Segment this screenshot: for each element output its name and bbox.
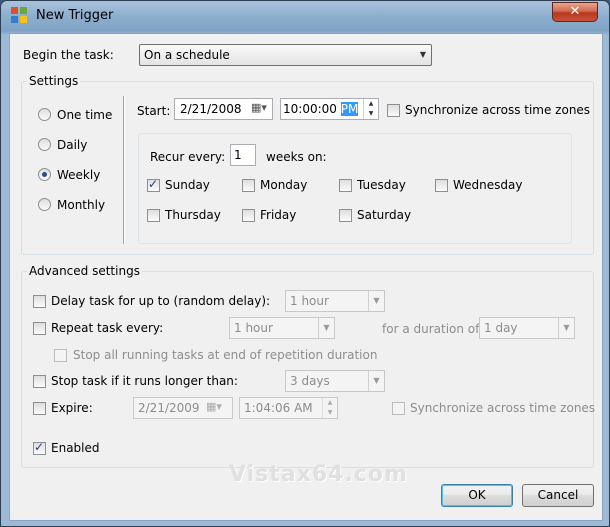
repeat-interval-dropdown[interactable]: 1 hour ▼ — [229, 317, 335, 339]
advanced-settings-title: Advanced settings — [27, 264, 142, 278]
ok-button[interactable]: OK — [441, 484, 513, 507]
expire-checkbox[interactable] — [33, 402, 46, 415]
begin-task-value: On a schedule — [144, 48, 230, 62]
day-friday-label[interactable]: Friday — [260, 208, 296, 222]
sync-time-zones-label[interactable]: Synchronize across time zones — [405, 103, 590, 117]
watermark: Vistax64.com — [229, 462, 408, 487]
delay-duration-value: 1 hour — [290, 294, 329, 308]
title-bar[interactable]: New Trigger ✕ — [1, 1, 609, 33]
start-date-picker[interactable]: 2/21/2008 ▦▾ — [174, 98, 273, 120]
expire-time-spin-buttons[interactable]: ▲ ▼ — [322, 398, 337, 418]
start-time-spinner[interactable]: 10:00:00 PM ▲ ▼ — [280, 98, 379, 120]
day-saturday-checkbox[interactable] — [339, 209, 352, 222]
chevron-down-icon: ▼ — [419, 50, 427, 59]
spin-up-icon[interactable]: ▲ — [323, 398, 337, 408]
start-time-value[interactable]: 10:00:00 PM — [283, 102, 359, 116]
stop-all-tasks-label[interactable]: Stop all running tasks at end of repetit… — [73, 348, 377, 362]
expire-sync-label[interactable]: Synchronize across time zones — [410, 401, 595, 415]
calendar-dropdown-icon[interactable]: ▦▾ — [251, 101, 267, 114]
stop-if-longer-checkbox[interactable] — [33, 375, 46, 388]
recur-weeks-input[interactable]: 1 — [230, 144, 256, 166]
weeks-on-label: weeks on: — [266, 150, 327, 164]
start-time-ampm-selected: PM — [340, 102, 359, 116]
window-title: New Trigger — [36, 8, 114, 23]
enabled-checkbox[interactable] — [33, 440, 46, 455]
repeat-duration-dropdown[interactable]: 1 day ▼ — [479, 317, 575, 339]
stop-after-dropdown[interactable]: 3 days ▼ — [285, 370, 385, 392]
spin-down-icon[interactable]: ▼ — [323, 408, 337, 418]
repeat-task-checkbox[interactable] — [33, 322, 46, 335]
stop-after-value: 3 days — [290, 374, 330, 388]
chevron-down-icon: ▼ — [558, 318, 574, 338]
new-trigger-window: New Trigger ✕ Begin the task: On a sched… — [0, 0, 610, 527]
radio-one-time[interactable] — [38, 108, 51, 121]
expire-time-value: 1:04:06 AM — [244, 401, 313, 415]
chevron-down-icon: ▼ — [368, 291, 384, 311]
begin-task-dropdown[interactable]: On a schedule ▼ — [139, 44, 432, 66]
repeat-interval-value: 1 hour — [234, 321, 273, 335]
chevron-down-icon: ▼ — [318, 318, 334, 338]
stop-if-longer-label[interactable]: Stop task if it runs longer than: — [51, 374, 238, 388]
expire-date-value: 2/21/2009 — [138, 401, 200, 415]
duration-label: for a duration of: — [382, 322, 483, 336]
radio-daily[interactable] — [38, 138, 51, 151]
radio-weekly[interactable] — [38, 168, 51, 181]
close-icon: ✕ — [569, 4, 581, 19]
task-scheduler-icon — [11, 7, 27, 23]
delay-duration-dropdown[interactable]: 1 hour ▼ — [285, 290, 385, 312]
day-thursday-checkbox[interactable] — [147, 209, 160, 222]
radio-weekly-label[interactable]: Weekly — [57, 168, 100, 182]
calendar-dropdown-icon[interactable]: ▦▾ — [206, 400, 222, 413]
time-spin-buttons[interactable]: ▲ ▼ — [363, 99, 378, 119]
day-sunday-label[interactable]: Sunday — [165, 178, 210, 192]
stop-all-tasks-checkbox[interactable] — [54, 349, 67, 362]
expire-time-spinner[interactable]: 1:04:06 AM ▲ ▼ — [239, 397, 338, 419]
repeat-task-label[interactable]: Repeat task every: — [51, 321, 163, 335]
cancel-button[interactable]: Cancel — [522, 484, 594, 507]
day-tuesday-label[interactable]: Tuesday — [357, 178, 406, 192]
day-tuesday-checkbox[interactable] — [339, 179, 352, 192]
recur-weeks-value: 1 — [234, 148, 242, 162]
start-time-main: 10:00:00 — [283, 102, 337, 116]
recur-every-label: Recur every: — [150, 150, 226, 164]
settings-group-title: Settings — [27, 74, 81, 88]
expire-date-picker[interactable]: 2/21/2009 ▦▾ — [133, 397, 233, 419]
radio-monthly[interactable] — [38, 198, 51, 211]
enabled-label[interactable]: Enabled — [51, 441, 100, 455]
radio-daily-label[interactable]: Daily — [57, 138, 87, 152]
day-monday-checkbox[interactable] — [242, 179, 255, 192]
expire-label[interactable]: Expire: — [51, 401, 93, 415]
delay-task-checkbox[interactable] — [33, 295, 46, 308]
day-saturday-label[interactable]: Saturday — [357, 208, 411, 222]
close-button[interactable]: ✕ — [552, 2, 598, 22]
begin-task-label: Begin the task: — [23, 48, 114, 62]
day-sunday-checkbox[interactable] — [147, 177, 160, 192]
day-wednesday-label[interactable]: Wednesday — [453, 178, 522, 192]
day-wednesday-checkbox[interactable] — [435, 179, 448, 192]
spin-down-icon[interactable]: ▼ — [364, 109, 378, 119]
expire-sync-checkbox[interactable] — [392, 402, 405, 415]
dialog-body: Begin the task: On a schedule ▼ Settings… — [9, 33, 603, 521]
spin-up-icon[interactable]: ▲ — [364, 99, 378, 109]
radio-one-time-label[interactable]: One time — [57, 108, 112, 122]
settings-divider — [123, 96, 125, 244]
chevron-down-icon: ▼ — [368, 371, 384, 391]
sync-time-zones-checkbox[interactable] — [387, 104, 400, 117]
repeat-duration-value: 1 day — [484, 321, 518, 335]
day-monday-label[interactable]: Monday — [260, 178, 307, 192]
radio-monthly-label[interactable]: Monthly — [57, 198, 105, 212]
start-date-value: 2/21/2008 — [180, 102, 242, 116]
delay-task-label[interactable]: Delay task for up to (random delay): — [51, 294, 270, 308]
day-friday-checkbox[interactable] — [242, 209, 255, 222]
day-thursday-label[interactable]: Thursday — [165, 208, 221, 222]
start-label: Start: — [137, 104, 171, 118]
